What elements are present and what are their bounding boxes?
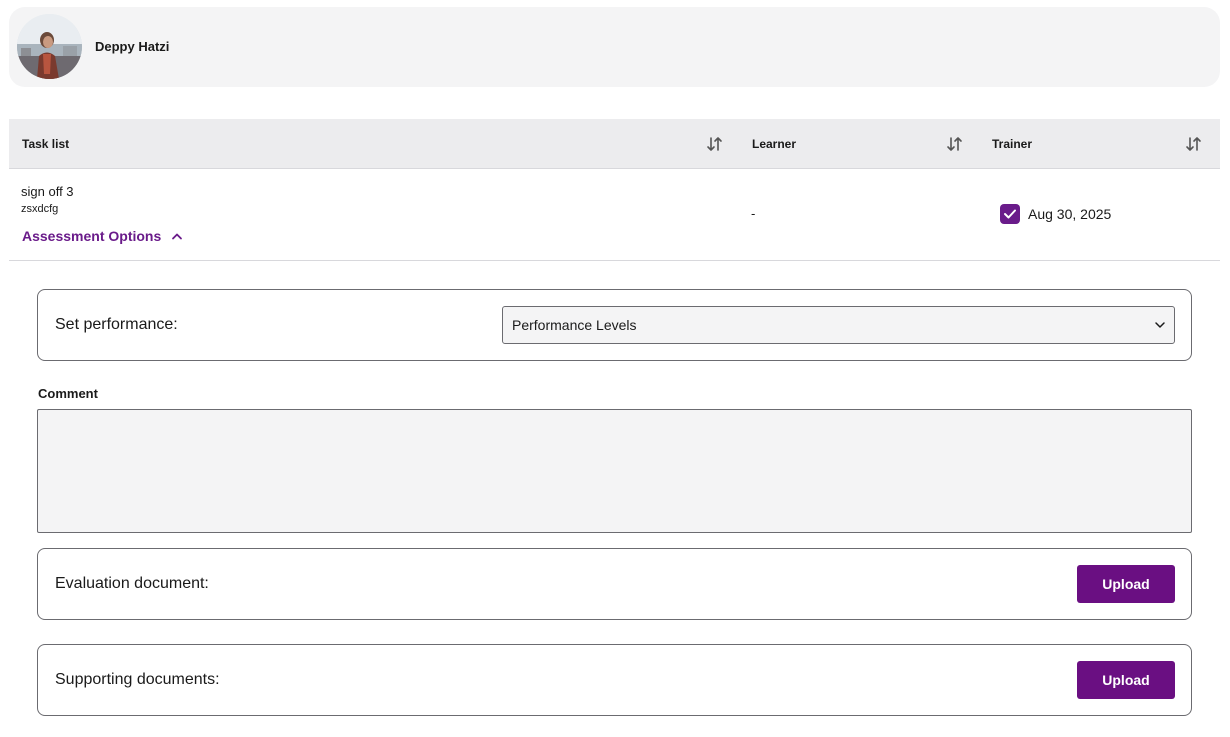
table-header: Task list Learner Trainer: [9, 119, 1220, 169]
evaluation-document-label: Evaluation document:: [55, 575, 209, 592]
upload-supporting-button[interactable]: Upload: [1077, 661, 1175, 699]
trainer-checkbox[interactable]: [1000, 204, 1020, 224]
user-name: Deppy Hatzi: [95, 39, 170, 54]
avatar[interactable]: [17, 14, 82, 79]
user-card: Deppy Hatzi: [9, 7, 1220, 87]
supporting-documents-panel: Supporting documents: Upload: [37, 644, 1192, 716]
evaluation-document-panel: Evaluation document: Upload: [37, 548, 1192, 620]
chevron-up-icon: [172, 233, 183, 240]
task-subtitle: zsxdcfg: [21, 203, 59, 215]
task-title: sign off 3: [21, 184, 74, 199]
performance-panel: Set performance: Performance Levels: [37, 289, 1192, 361]
chevron-down-icon: [1155, 322, 1165, 328]
trainer-cell: Aug 30, 2025: [1000, 204, 1111, 224]
performance-select[interactable]: Performance Levels: [502, 306, 1175, 344]
performance-select-value: Performance Levels: [512, 317, 637, 333]
check-icon: [1004, 209, 1016, 219]
column-header-task: Task list: [22, 137, 70, 151]
assessment-options-label: Assessment Options: [22, 228, 162, 244]
task-table: Task list Learner Trainer sign off 3 zsx…: [9, 119, 1220, 261]
comment-label: Comment: [38, 386, 98, 401]
column-header-trainer: Trainer: [992, 137, 1033, 151]
avatar-photo: [17, 14, 82, 79]
column-header-learner: Learner: [752, 137, 797, 151]
learner-value: -: [751, 206, 756, 221]
assessment-options-toggle[interactable]: Assessment Options: [22, 228, 183, 244]
upload-evaluation-button[interactable]: Upload: [1077, 565, 1175, 603]
sort-arrows-icon[interactable]: [706, 135, 724, 153]
trainer-date: Aug 30, 2025: [1028, 206, 1112, 222]
sort-arrows-icon[interactable]: [1185, 135, 1203, 153]
table-row: sign off 3 zsxdcfg Assessment Options - …: [9, 169, 1220, 261]
comment-textarea[interactable]: [37, 409, 1192, 533]
supporting-documents-label: Supporting documents:: [55, 671, 220, 688]
performance-label: Set performance:: [55, 316, 178, 333]
sort-arrows-icon[interactable]: [946, 135, 964, 153]
